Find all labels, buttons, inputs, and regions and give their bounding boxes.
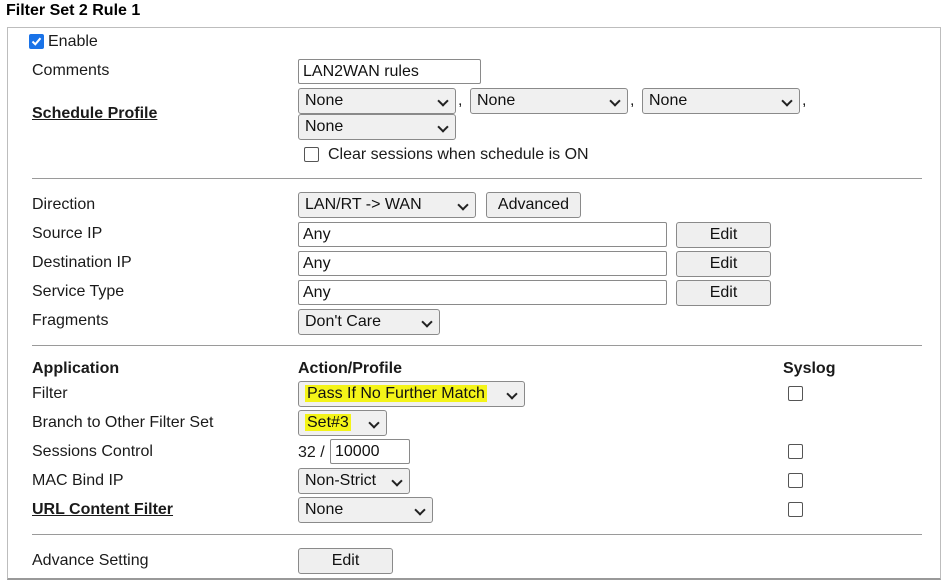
chevron-down-icon (414, 504, 426, 516)
action-profile-header: Action/Profile (298, 360, 403, 377)
filter-syslog-checkbox[interactable] (788, 386, 803, 401)
url-filter-syslog-checkbox[interactable] (788, 502, 803, 517)
separator: , (630, 92, 635, 109)
comments-label: Comments (32, 62, 110, 79)
advance-setting-edit-button[interactable]: Edit (298, 548, 393, 574)
schedule-profile-select-4[interactable]: None (298, 114, 456, 140)
chevron-down-icon (457, 199, 469, 211)
filter-action-select[interactable]: Pass If No Further Match (298, 381, 525, 407)
chevron-down-icon (368, 417, 380, 429)
destination-ip-input[interactable]: Any (298, 251, 667, 276)
separator: , (458, 92, 463, 109)
mac-bind-select[interactable]: Non-Strict (298, 468, 410, 494)
chevron-down-icon (437, 95, 449, 107)
fragments-select[interactable]: Don't Care (298, 309, 440, 335)
chevron-down-icon (506, 388, 518, 400)
branch-label: Branch to Other Filter Set (32, 414, 214, 431)
mac-bind-syslog-checkbox[interactable] (788, 473, 803, 488)
destination-ip-label: Destination IP (32, 254, 132, 271)
source-ip-label: Source IP (32, 225, 103, 242)
schedule-profile-link[interactable]: Schedule Profile (32, 105, 157, 123)
sessions-control-label: Sessions Control (32, 443, 153, 460)
service-type-edit-button[interactable]: Edit (676, 280, 771, 306)
chevron-down-icon (437, 121, 449, 133)
enable-label: Enable (48, 33, 98, 50)
direction-label: Direction (32, 196, 96, 213)
url-content-filter-select[interactable]: None (298, 497, 433, 523)
direction-select[interactable]: LAN/RT -> WAN (298, 192, 476, 218)
fragments-label: Fragments (32, 312, 109, 329)
sessions-limit-input[interactable]: 10000 (330, 439, 410, 464)
separator: , (802, 92, 807, 109)
chevron-down-icon (609, 95, 621, 107)
chevron-down-icon (421, 316, 433, 328)
chevron-down-icon (391, 475, 403, 487)
section-divider (32, 534, 922, 535)
mac-bind-label: MAC Bind IP (32, 472, 124, 489)
clear-sessions-checkbox[interactable] (304, 147, 319, 162)
branch-filter-set-select[interactable]: Set#3 (298, 410, 387, 436)
checkmark-icon (31, 37, 42, 46)
enable-checkbox[interactable] (29, 34, 44, 49)
page-title: Filter Set 2 Rule 1 (6, 2, 141, 19)
schedule-profile-select-3[interactable]: None (642, 88, 800, 114)
schedule-profile-select-1[interactable]: None (298, 88, 456, 114)
source-ip-input[interactable]: Any (298, 222, 667, 247)
rule-panel: Enable Comments LAN2WAN rules Schedule P… (7, 27, 941, 580)
syslog-header: Syslog (783, 360, 836, 377)
service-type-label: Service Type (32, 283, 125, 300)
sessions-syslog-checkbox[interactable] (788, 444, 803, 459)
url-content-filter-link[interactable]: URL Content Filter (32, 501, 173, 519)
service-type-input[interactable]: Any (298, 280, 667, 305)
filter-label: Filter (32, 385, 68, 402)
section-divider (32, 178, 922, 179)
section-divider (32, 345, 922, 346)
advanced-button[interactable]: Advanced (486, 192, 581, 218)
comments-input[interactable]: LAN2WAN rules (298, 59, 481, 84)
sessions-current: 32 / (298, 444, 325, 461)
clear-sessions-label: Clear sessions when schedule is ON (328, 146, 589, 163)
advance-setting-label: Advance Setting (32, 552, 149, 569)
destination-ip-edit-button[interactable]: Edit (676, 251, 771, 277)
schedule-profile-select-2[interactable]: None (470, 88, 628, 114)
source-ip-edit-button[interactable]: Edit (676, 222, 771, 248)
chevron-down-icon (781, 95, 793, 107)
application-header: Application (32, 360, 120, 377)
